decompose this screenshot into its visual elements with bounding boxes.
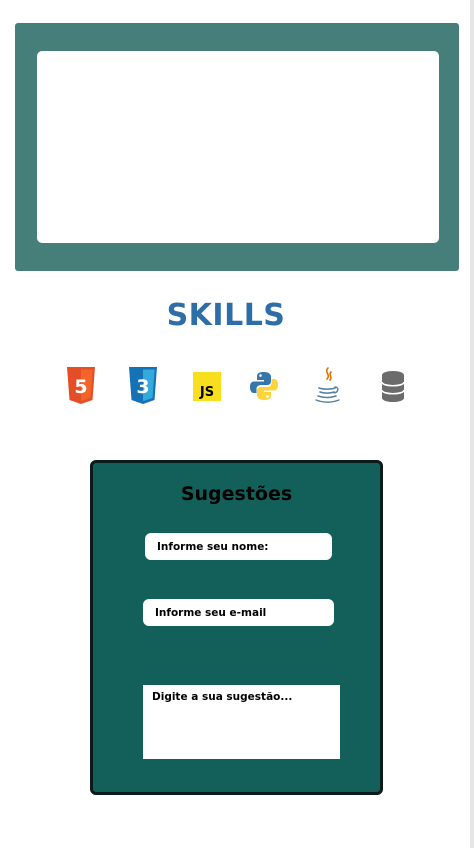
css3-icon: 3 <box>129 367 157 404</box>
javascript-label: JS <box>199 385 214 400</box>
suggestion-textarea[interactable] <box>143 685 340 759</box>
database-icon <box>381 371 405 402</box>
suggestion-form: Sugestões <box>90 460 383 795</box>
skills-title: SKILLS <box>166 298 286 333</box>
html5-icon: 5 <box>67 367 95 404</box>
form-title: Sugestões <box>180 483 293 505</box>
javascript-icon: JS <box>193 372 221 401</box>
css3-label: 3 <box>136 376 149 398</box>
python-icon <box>250 372 278 400</box>
email-input[interactable] <box>143 599 334 626</box>
image-placeholder <box>37 51 439 243</box>
image-frame <box>15 23 459 271</box>
scrollbar[interactable] <box>470 0 474 848</box>
skills-icons: 5 3 JS <box>0 366 452 410</box>
name-input[interactable] <box>145 533 332 560</box>
java-icon <box>315 367 340 403</box>
html5-label: 5 <box>74 376 87 398</box>
